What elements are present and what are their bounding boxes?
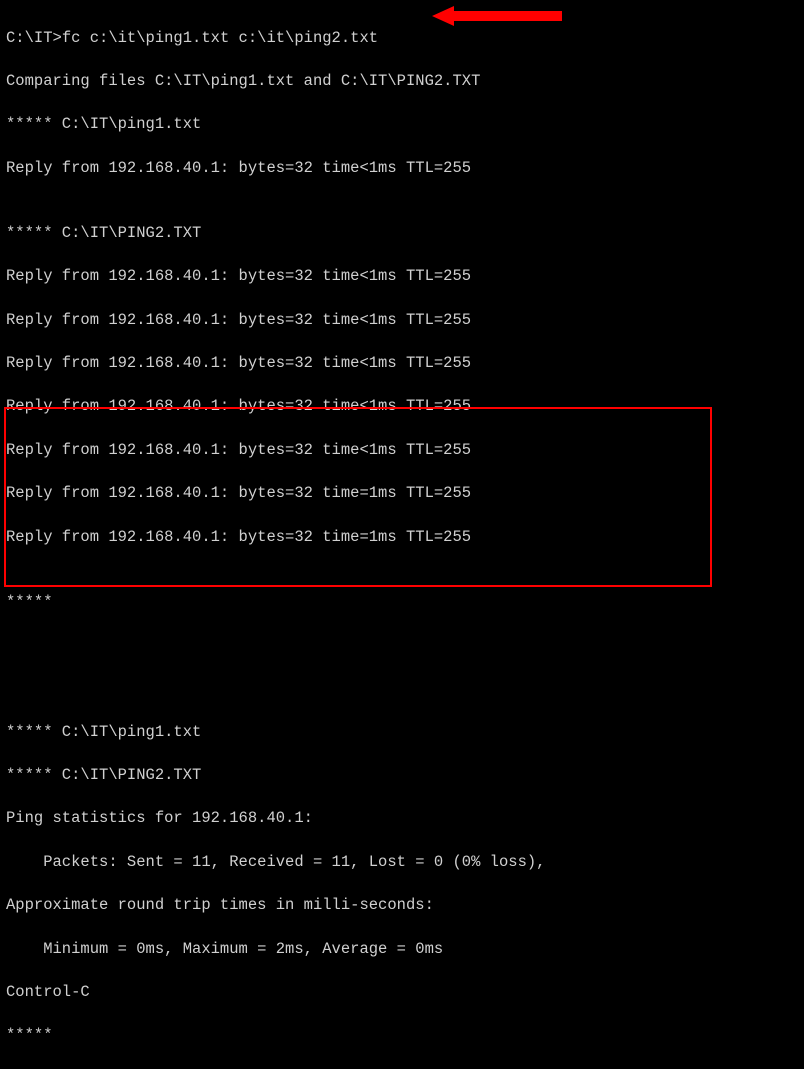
reply-line: Reply from 192.168.40.1: bytes=32 time=1… xyxy=(6,483,798,505)
control-c: Control-C xyxy=(6,982,798,1004)
reply-line: Reply from 192.168.40.1: bytes=32 time<1… xyxy=(6,266,798,288)
command-line[interactable]: C:\IT>fc c:\it\ping1.txt c:\it\ping2.txt xyxy=(6,28,798,50)
stats-packets: Packets: Sent = 11, Received = 11, Lost … xyxy=(6,852,798,874)
terminal-output: C:\IT>fc c:\it\ping1.txt c:\it\ping2.txt… xyxy=(6,6,798,1069)
reply-line: Reply from 192.168.40.1: bytes=32 time<1… xyxy=(6,396,798,418)
file2-separator: ***** C:\IT\PING2.TXT xyxy=(6,765,798,787)
approx-line: Approximate round trip times in milli-se… xyxy=(6,895,798,917)
file2-separator: ***** C:\IT\PING2.TXT xyxy=(6,223,798,245)
prompt: C:\IT> xyxy=(6,29,62,47)
reply-line: Reply from 192.168.40.1: bytes=32 time<1… xyxy=(6,310,798,332)
reply-line: Reply from 192.168.40.1: bytes=32 time<1… xyxy=(6,158,798,180)
minmax-line: Minimum = 0ms, Maximum = 2ms, Average = … xyxy=(6,939,798,961)
stats-header: Ping statistics for 192.168.40.1: xyxy=(6,808,798,830)
stars-separator: ***** xyxy=(6,592,798,614)
reply-line: Reply from 192.168.40.1: bytes=32 time=1… xyxy=(6,527,798,549)
end-stars: ***** xyxy=(6,1025,798,1047)
reply-line: Reply from 192.168.40.1: bytes=32 time<1… xyxy=(6,440,798,462)
reply-line: Reply from 192.168.40.1: bytes=32 time<1… xyxy=(6,353,798,375)
file1-separator: ***** C:\IT\ping1.txt xyxy=(6,114,798,136)
file1-separator: ***** C:\IT\ping1.txt xyxy=(6,722,798,744)
comparing-line: Comparing files C:\IT\ping1.txt and C:\I… xyxy=(6,71,798,93)
command-text: fc c:\it\ping1.txt c:\it\ping2.txt xyxy=(62,29,378,47)
